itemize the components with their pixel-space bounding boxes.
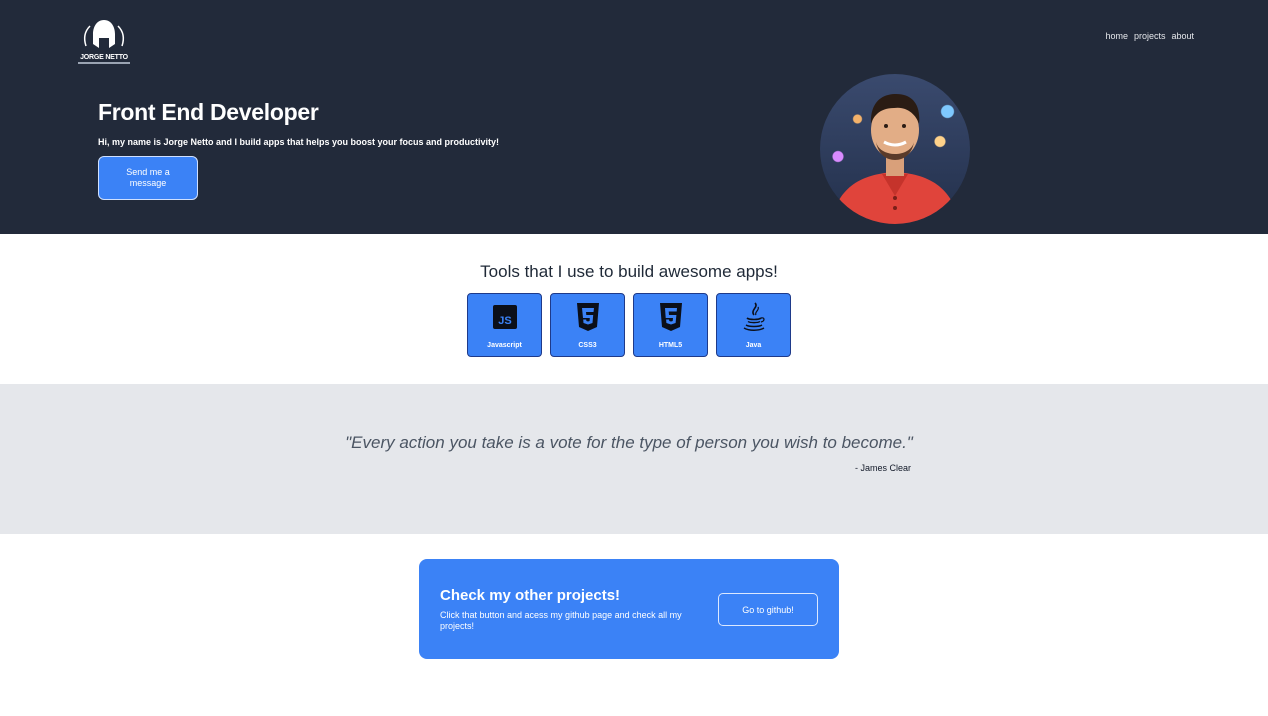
tools-list: JS Javascript CSS3 HTML5 Java xyxy=(467,293,791,357)
projects-card: Check my other projects! Click that butt… xyxy=(419,559,839,659)
nav-home[interactable]: home xyxy=(1105,31,1128,41)
go-to-github-button[interactable]: Go to github! xyxy=(718,593,818,626)
projects-card-text: Click that button and acess my github pa… xyxy=(440,610,682,631)
send-message-button[interactable]: Send me a message xyxy=(98,156,198,200)
avatar xyxy=(820,74,970,224)
svg-text:JS: JS xyxy=(498,315,511,327)
logo-tagline-line xyxy=(78,62,130,64)
tool-card-java[interactable]: Java xyxy=(716,293,791,357)
javascript-icon: JS xyxy=(493,305,517,329)
main-nav: home projects about xyxy=(1105,31,1194,41)
tool-card-css3[interactable]: CSS3 xyxy=(550,293,625,357)
profile-photo-icon xyxy=(830,94,960,224)
tool-label: CSS3 xyxy=(578,342,597,349)
logo[interactable]: JORGE NETTO xyxy=(72,16,136,68)
nav-about[interactable]: about xyxy=(1171,31,1194,41)
logo-text: JORGE NETTO xyxy=(80,54,128,61)
html5-icon xyxy=(660,303,682,331)
spartan-helmet-icon xyxy=(83,20,125,48)
hero-subtitle: Hi, my name is Jorge Netto and I build a… xyxy=(98,137,500,147)
tool-label: Javascript xyxy=(487,342,522,349)
tool-card-html5[interactable]: HTML5 xyxy=(633,293,708,357)
tool-label: HTML5 xyxy=(658,342,683,349)
css3-icon xyxy=(577,303,599,331)
java-icon xyxy=(743,302,765,331)
tool-card-javascript[interactable]: JS Javascript xyxy=(467,293,542,357)
hero-title: Front End Developer xyxy=(98,99,319,125)
quote-author: - James Clear xyxy=(854,463,911,473)
tools-section-title: Tools that I use to build awesome apps! xyxy=(480,262,778,281)
quote-section xyxy=(0,384,1268,534)
quote-text: "Every action you take is a vote for the… xyxy=(345,433,913,452)
hero-section: JORGE NETTO home projects about Front En… xyxy=(0,0,1268,234)
nav-projects[interactable]: projects xyxy=(1134,31,1166,41)
projects-card-title: Check my other projects! xyxy=(440,587,621,604)
tool-label: Java xyxy=(745,342,762,349)
